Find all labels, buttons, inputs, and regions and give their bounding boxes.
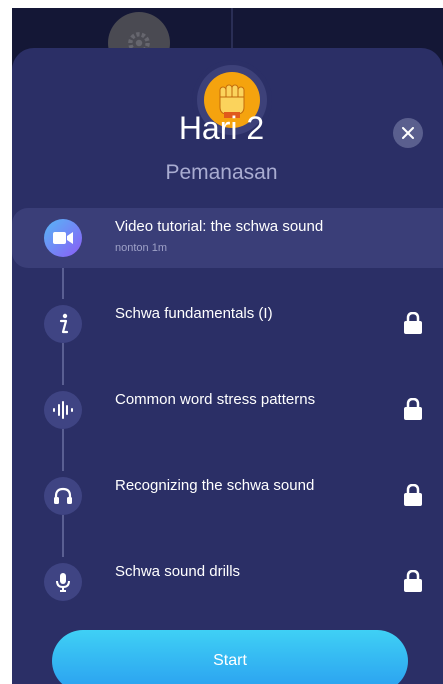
step-icon-microphone[interactable] — [44, 563, 82, 601]
lock-icon — [404, 312, 422, 334]
lock-icon — [404, 398, 422, 420]
step-connector — [62, 515, 64, 557]
video-camera-icon — [53, 232, 73, 244]
step-title[interactable]: Schwa fundamentals (I) — [115, 305, 273, 322]
lock-icon — [404, 484, 422, 506]
lock-icon — [404, 570, 422, 592]
step-connector — [62, 429, 64, 471]
step-connector — [62, 263, 64, 299]
page-title: Hari 2 — [178, 110, 265, 146]
step-icon-audio[interactable] — [44, 391, 82, 429]
info-icon — [59, 313, 69, 334]
step-title[interactable]: Schwa sound drills — [115, 563, 240, 580]
page-subtitle: Pemanasan — [165, 161, 278, 184]
start-button-label: Start — [213, 652, 247, 669]
step-title: Video tutorial: the schwa sound — [115, 218, 324, 235]
step-title[interactable]: Common word stress patterns — [115, 391, 315, 408]
step-icon-video — [44, 219, 82, 257]
headphones-icon — [54, 487, 72, 504]
start-button[interactable]: Start — [52, 630, 408, 684]
step-connector — [62, 343, 64, 385]
step-icon-headphones[interactable] — [44, 477, 82, 515]
microphone-icon — [56, 573, 70, 592]
step-icon-info[interactable] — [44, 305, 82, 343]
background-path-line — [231, 8, 233, 48]
step-title[interactable]: Recognizing the schwa sound — [115, 477, 314, 494]
audio-wave-icon — [53, 401, 73, 419]
step-duration: nonton 1m — [115, 242, 167, 254]
